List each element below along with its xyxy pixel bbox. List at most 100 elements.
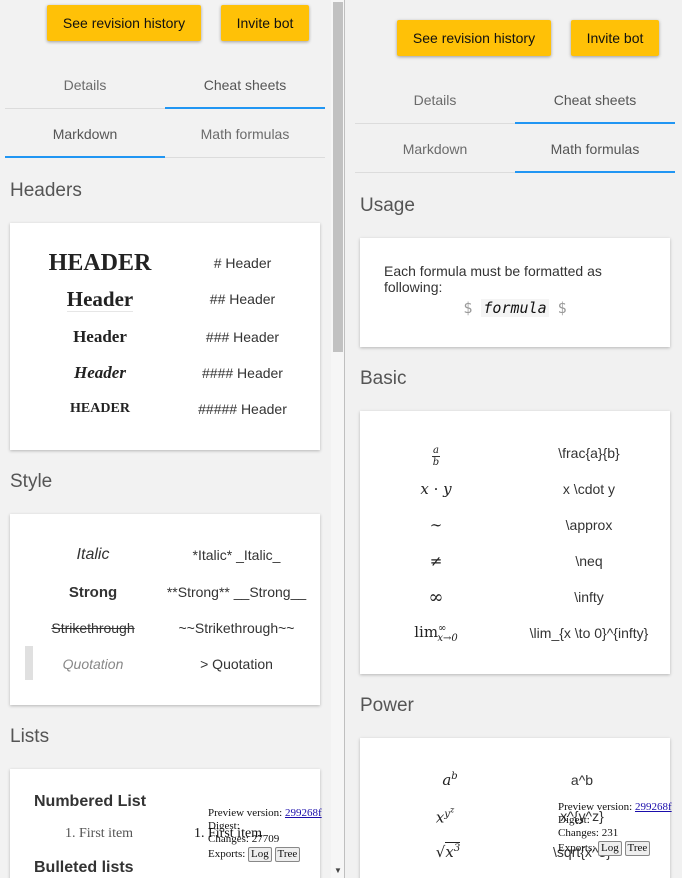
dollar-sign: $ [463,299,473,317]
tab-math-formulas[interactable]: Math formulas [515,125,675,173]
style-syntax: *Italic* _Italic_ [192,547,281,563]
header-rendered: Header [73,327,127,346]
digest-label: Digest: [208,820,240,832]
tab-markdown[interactable]: Markdown [355,125,515,172]
formula-syntax: \approx [565,517,613,533]
style-rendered: Quotation [62,656,124,672]
usage-section-title: Usage [360,195,415,216]
main-tabs: Details Cheat sheets [5,61,325,109]
preview-version-label: Preview version: [558,801,633,813]
style-row: Strong **Strong** __Strong__ [10,574,320,610]
preview-info: Preview version: 299268f Digest: Changes… [208,807,322,862]
header-row: HEADER ##### Header [10,391,320,427]
tab-cheat-sheets[interactable]: Cheat sheets [165,61,325,109]
header-row: Header #### Header [10,355,320,391]
style-rendered: Strong [68,583,118,601]
header-row: Header ## Header [10,281,320,317]
header-row: HEADER # Header [10,245,320,281]
basic-section-title: Basic [360,368,407,389]
numbered-list-title: Numbered List [34,793,147,810]
header-syntax: ##### Header [198,401,287,417]
tab-cheat-sheets[interactable]: Cheat sheets [515,76,675,124]
formula-rendered-frac: ab [432,444,440,468]
formula-rendered-power: ab [442,771,458,789]
tab-math-formulas[interactable]: Math formulas [165,110,325,157]
scroll-down-arrow-icon[interactable]: ▼ [334,866,342,875]
changes-value: 231 [601,827,619,839]
style-row: Quotation > Quotation [10,646,320,682]
header-syntax: ### Header [205,329,280,345]
bulleted-list-title: Bulleted lists [34,859,134,876]
header-rendered: Header [74,363,126,382]
header-row: Header ### Header [10,319,320,355]
style-section-title: Style [10,471,53,492]
lists-section-title: Lists [10,726,50,747]
scrollbar-thumb[interactable] [333,2,343,352]
preview-info: Preview version: 299268f Digest: Changes… [558,801,672,856]
style-syntax: ~~Strikethrough~~ [178,620,295,636]
changes-value: 27709 [251,833,280,845]
tab-markdown[interactable]: Markdown [5,110,165,158]
usage-text: Each formula must be formatted as follow… [384,263,602,295]
style-row: Italic *Italic* _Italic_ [10,537,320,573]
formula-keyword: formula [481,299,549,317]
changes-label: Changes: [208,833,249,845]
formula-row: ≠ \neq [360,543,670,579]
style-rendered: Italic [76,546,110,563]
see-revision-history-button[interactable]: See revision history [397,20,551,56]
header-syntax: # Header [213,255,272,271]
header-rendered: Header [66,286,134,312]
left-pane: See revision history Invite bot Details … [0,0,344,878]
formula-rendered-neq: ≠ [429,552,443,570]
preview-version-link[interactable]: 299268f [635,801,672,813]
cheat-sheet-tabs: Markdown Math formulas [355,125,675,173]
invite-bot-button[interactable]: Invite bot [221,5,309,41]
basic-card: ab \frac{a}{b} x · y x \cdot y ∼ \approx… [360,411,670,674]
formula-rendered-infty: ∞ [428,586,444,608]
formula-row: x · y x \cdot y [360,471,670,507]
formula-row: ∼ \approx [360,507,670,543]
tree-button[interactable]: Tree [274,847,301,862]
log-button[interactable]: Log [248,847,272,862]
formula-syntax: \lim_{x \to 0}^{infty} [529,625,649,641]
formula-rendered-approx: ∼ [429,516,443,534]
formula-row: lim∞x→0 \lim_{x \to 0}^{infty} [360,615,670,651]
log-button[interactable]: Log [598,841,622,856]
header-rendered: HEADER [48,249,152,276]
formula-syntax: \neq [575,553,603,569]
formula-row: ab \frac{a}{b} [360,435,670,471]
formula-row: ab a^b [360,762,670,798]
header-syntax: #### Header [202,365,283,381]
see-revision-history-button[interactable]: See revision history [47,5,201,41]
exports-label: Exports: [558,842,596,854]
preview-version-link[interactable]: 299268f [285,807,322,819]
style-rendered: Strikethrough [51,620,135,636]
formula-syntax: \frac{a}{b} [558,445,620,461]
formula-rendered-lim: lim∞x→0 [414,622,458,644]
formula-row: ∞ \infty [360,579,670,615]
headers-section-title: Headers [10,180,82,201]
formula-rendered-cdot: x · y [420,480,452,498]
headers-card: HEADER # Header Header ## Header Header … [10,223,320,450]
invite-bot-button[interactable]: Invite bot [571,20,659,56]
usage-card: Each formula must be formatted as follow… [360,238,670,347]
usage-formula: $ formula $ [360,299,670,317]
header-syntax: ## Header [209,291,276,307]
digest-label: Digest: [558,814,590,826]
power-section-title: Power [360,695,414,716]
formula-rendered-tower: xyz [435,805,455,827]
tab-details[interactable]: Details [355,76,515,123]
numbered-list-item: 1. First item [65,826,134,841]
cheat-sheet-tabs: Markdown Math formulas [5,110,325,158]
formula-syntax: a^b [570,772,594,788]
right-pane: See revision history Invite bot Details … [345,0,682,878]
preview-version-label: Preview version: [208,807,283,819]
tab-details[interactable]: Details [5,61,165,108]
style-syntax: > Quotation [200,656,273,672]
style-row: Strikethrough ~~Strikethrough~~ [10,610,320,646]
exports-label: Exports: [208,848,246,860]
style-card: Italic *Italic* _Italic_ Strong **Strong… [10,514,320,705]
formula-syntax: x \cdot y [562,481,616,497]
tree-button[interactable]: Tree [624,841,651,856]
style-syntax: **Strong** __Strong__ [166,584,307,600]
